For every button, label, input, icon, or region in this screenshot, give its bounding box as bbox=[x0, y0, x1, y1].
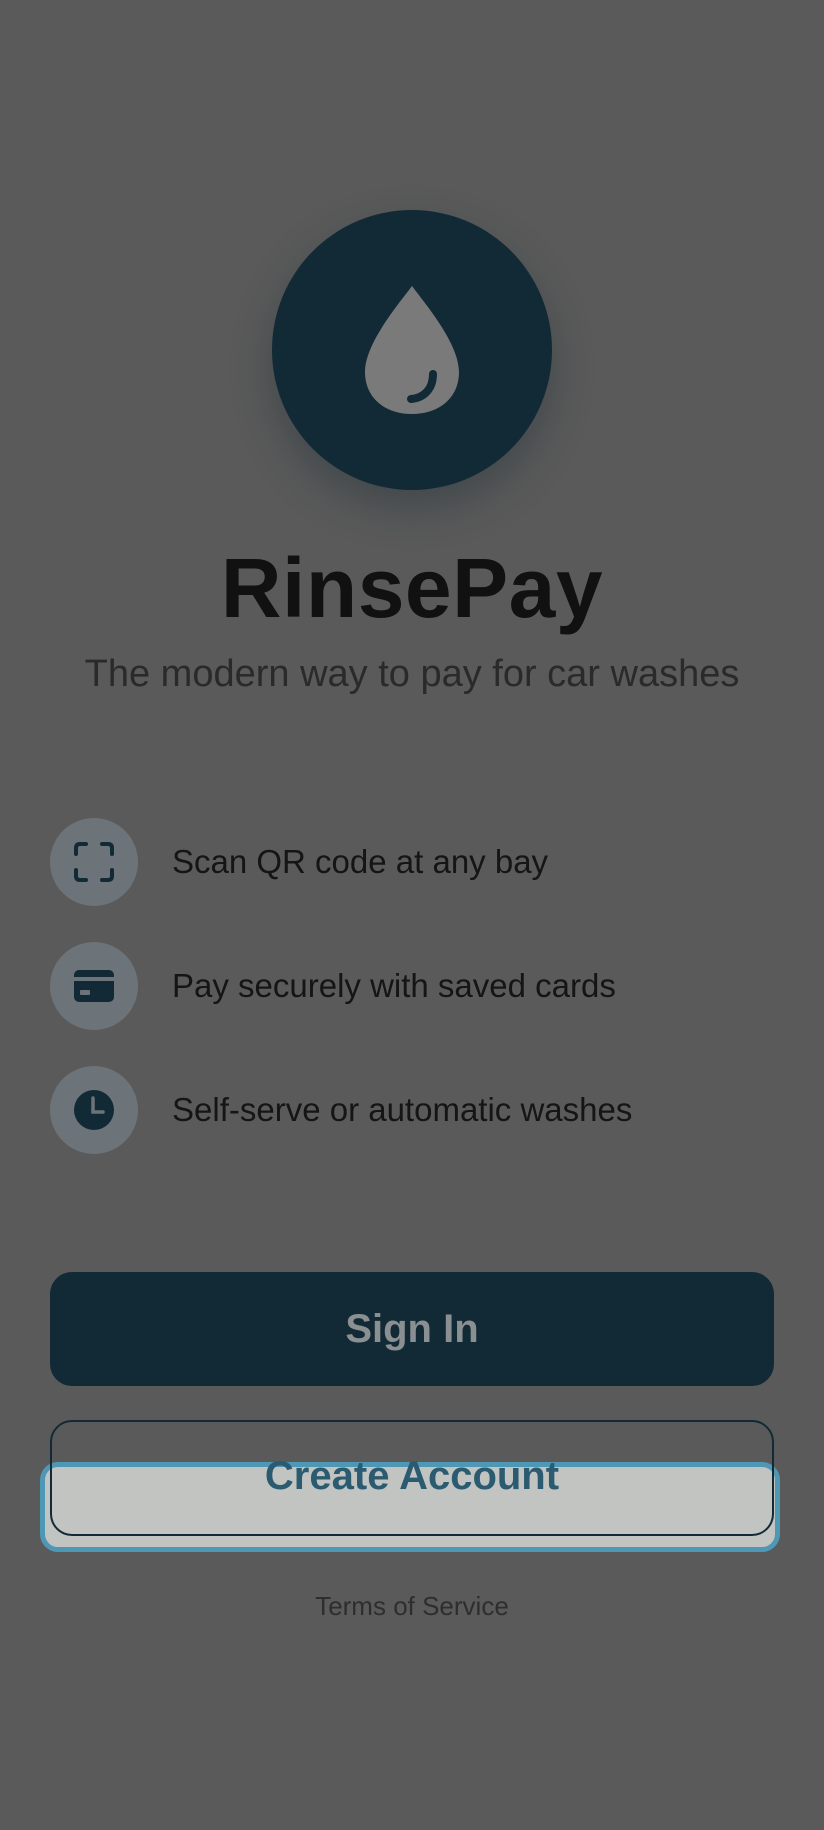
feature-item-wash: Self-serve or automatic washes bbox=[50, 1066, 774, 1154]
sign-in-button[interactable]: Sign In bbox=[50, 1272, 774, 1386]
create-account-label: Create Account bbox=[264, 1454, 560, 1498]
app-title: RinsePay bbox=[220, 541, 604, 635]
app-subtitle: The modern way to pay for car washes bbox=[84, 653, 740, 695]
terms-of-service-link[interactable]: Terms of Service bbox=[0, 1590, 824, 1622]
clock-icon bbox=[50, 1066, 138, 1154]
feature-label: Pay securely with saved cards bbox=[172, 967, 616, 1004]
feature-item-pay: Pay securely with saved cards bbox=[50, 942, 774, 1030]
credit-card-icon bbox=[50, 942, 138, 1030]
qr-scan-icon bbox=[50, 818, 138, 906]
app-logo bbox=[272, 210, 552, 490]
welcome-screen: RinsePay The modern way to pay for car w… bbox=[0, 0, 824, 1830]
feature-label: Scan QR code at any bay bbox=[172, 843, 549, 880]
feature-label: Self-serve or automatic washes bbox=[172, 1091, 633, 1128]
water-drop-icon bbox=[365, 286, 459, 414]
feature-item-scan: Scan QR code at any bay bbox=[50, 818, 774, 906]
